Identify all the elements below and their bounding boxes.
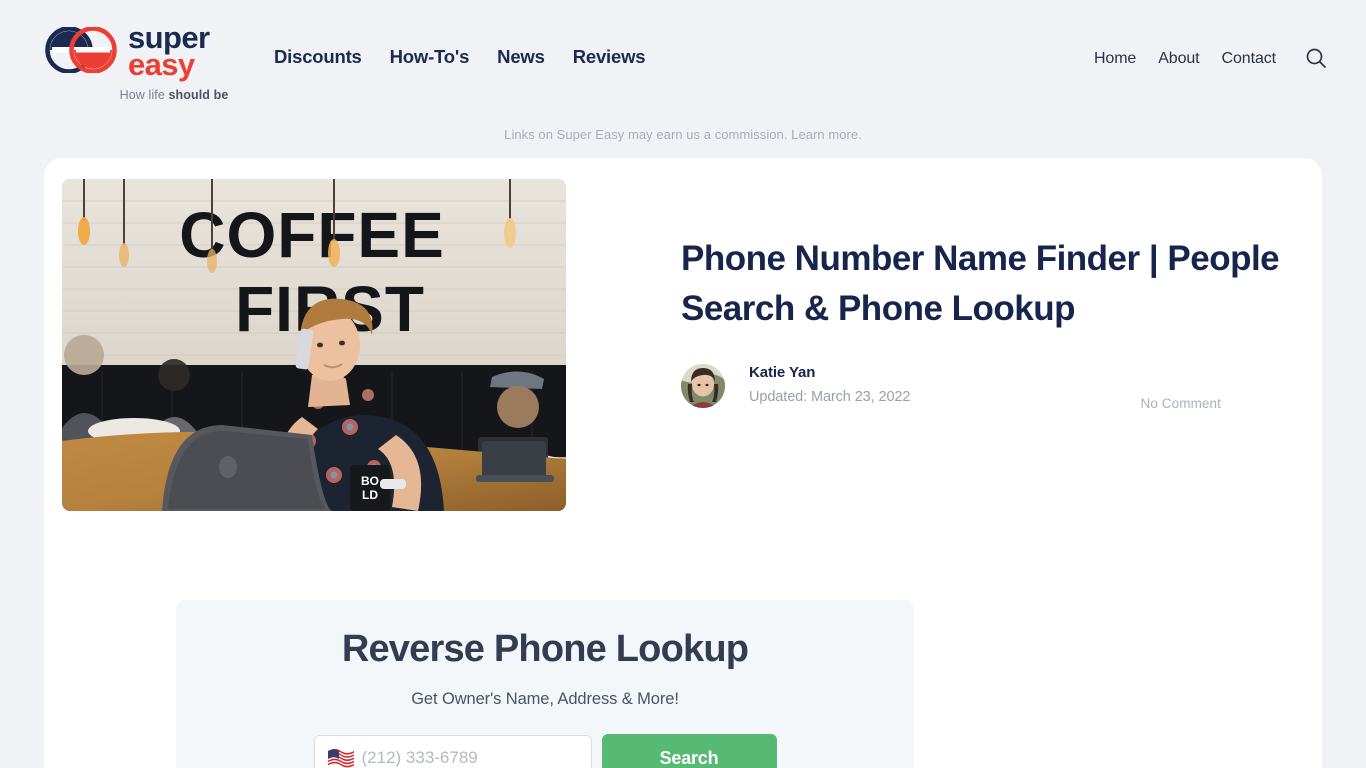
author-name[interactable]: Katie Yan <box>749 364 815 381</box>
nav-item-about[interactable]: About <box>1158 50 1199 68</box>
page-root: super easy How life should be Discounts … <box>0 0 1366 768</box>
secondary-navigation: Home About Contact <box>1094 47 1328 71</box>
brand-tagline-bold: should be <box>168 87 229 102</box>
article-header: Phone Number Name Finder | People Search… <box>681 234 1281 333</box>
lookup-widget-title: Reverse Phone Lookup <box>341 628 749 670</box>
search-icon <box>1305 47 1327 72</box>
phone-number-input[interactable] <box>361 748 562 768</box>
affiliate-disclosure-text: Links on Super Easy may earn us a commis… <box>504 127 788 142</box>
reverse-phone-lookup-widget: Reverse Phone Lookup Get Owner's Name, A… <box>176 600 914 768</box>
learn-more-link[interactable]: Learn more. <box>791 127 862 142</box>
phone-input-wrapper[interactable] <box>313 735 592 768</box>
us-flag-icon <box>327 748 354 768</box>
double-circle-logo-icon <box>44 27 118 74</box>
lookup-form: Search <box>176 734 914 768</box>
brand-name-easy: easy <box>128 47 195 83</box>
nav-item-reviews[interactable]: Reviews <box>573 46 646 68</box>
site-header: super easy How life should be Discounts … <box>0 0 1366 110</box>
lookup-widget-subtitle: Get Owner's Name, Address & More! <box>411 690 679 708</box>
page-title: Phone Number Name Finder | People Search… <box>681 239 1280 328</box>
nav-item-how-tos[interactable]: How-To's <box>390 46 470 68</box>
comment-count[interactable]: No Comment <box>1140 396 1221 411</box>
nav-item-news[interactable]: News <box>497 46 545 68</box>
nav-item-discounts[interactable]: Discounts <box>274 46 362 68</box>
article-hero-image: COFFEE FIRST <box>62 179 566 511</box>
svg-text:COFFEE: COFFEE <box>179 199 445 271</box>
article-byline: Katie Yan Updated: March 23, 2022 No Com… <box>681 364 1281 412</box>
svg-text:LD: LD <box>362 488 378 502</box>
affiliate-disclosure: Links on Super Easy may earn us a commis… <box>0 127 1366 142</box>
site-logo-link[interactable]: super easy How life should be <box>44 22 304 102</box>
primary-navigation: Discounts How-To's News Reviews <box>274 46 646 68</box>
brand-tagline-prefix: How life <box>119 87 169 102</box>
updated-date: Updated: March 23, 2022 <box>749 389 911 405</box>
brand-row: super easy <box>44 22 304 83</box>
nav-item-contact[interactable]: Contact <box>1222 50 1277 68</box>
lookup-search-button[interactable]: Search <box>601 734 777 768</box>
nav-item-home[interactable]: Home <box>1094 50 1136 68</box>
search-toggle-button[interactable] <box>1304 47 1328 71</box>
brand-wordmark: super easy <box>128 22 210 83</box>
svg-text:BO: BO <box>361 474 379 488</box>
brand-tagline: How life should be <box>44 88 304 102</box>
article-card: COFFEE FIRST <box>44 158 1322 768</box>
avatar <box>681 364 725 408</box>
